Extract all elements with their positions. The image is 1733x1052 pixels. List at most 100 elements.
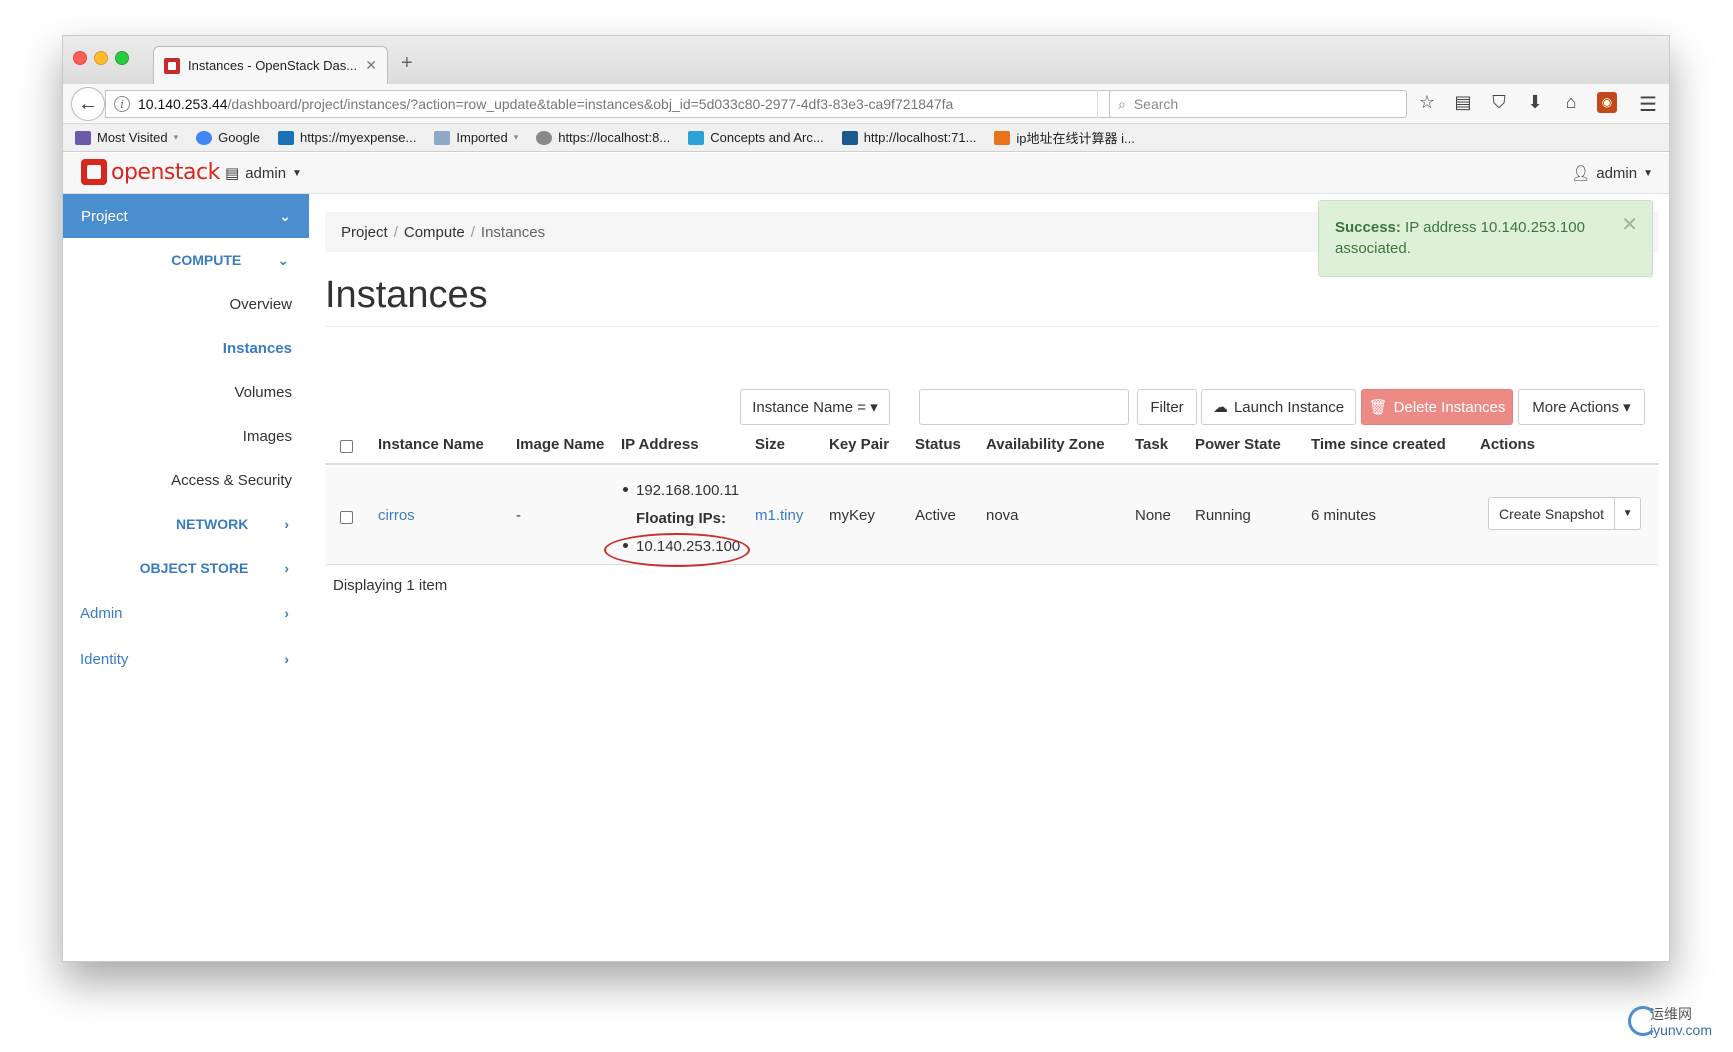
minimize-window-button[interactable]	[94, 51, 108, 65]
availability-zone: nova	[986, 507, 1019, 524]
openstack-favicon-icon	[164, 57, 180, 74]
info-icon[interactable]: i	[114, 96, 130, 112]
search-placeholder: Search	[1133, 96, 1179, 112]
reading-list-icon[interactable]: ▤	[1453, 92, 1473, 113]
divider	[325, 326, 1659, 327]
caret-down-icon[interactable]: ▼	[1615, 497, 1642, 530]
url-path: /dashboard/project/instances/?action=row…	[227, 96, 954, 112]
create-snapshot-button[interactable]: Create Snapshot	[1488, 497, 1616, 530]
chevron-right-icon: ›	[284, 516, 289, 532]
column-availability-zone[interactable]: Availability Zone	[986, 436, 1105, 453]
select-all-checkbox[interactable]	[340, 440, 353, 453]
bookmark-localhost-71[interactable]: http://localhost:71...	[841, 130, 976, 145]
chevron-right-icon: ›	[284, 651, 289, 667]
folder-icon	[434, 130, 451, 145]
breadcrumb-instances: Instances	[480, 223, 546, 241]
breadcrumb-compute[interactable]: Compute	[404, 224, 465, 241]
search-input[interactable]: ⌕ Search	[1109, 90, 1407, 118]
url-host: 10.140.253.44	[138, 96, 228, 112]
sidebar-network[interactable]: NETWORK ›	[63, 502, 309, 546]
extension-icon[interactable]: ◉	[1597, 92, 1617, 113]
sidebar: Project ⌄ COMPUTE ⌄ Overview Instances V…	[63, 194, 309, 961]
filter-field-select[interactable]: Instance Name = ▾	[740, 389, 890, 425]
sidebar-item-volumes[interactable]: Volumes	[63, 370, 309, 414]
column-ip-address[interactable]: IP Address	[621, 436, 699, 453]
launch-instance-button[interactable]: ☁ Launch Instance	[1201, 389, 1356, 425]
sidebar-item-access-security[interactable]: Access & Security	[63, 458, 309, 502]
sidebar-item-instances[interactable]: Instances	[63, 326, 309, 370]
user-menu[interactable]: 👤︎ admin ▼	[1571, 164, 1653, 183]
bookmarks-bar: Most Visited ▾ Google https://myexpense..…	[63, 124, 1669, 152]
highlight-circle	[604, 533, 750, 567]
browser-window: Instances - OpenStack Das... ✕ + ← i 10.…	[62, 35, 1670, 962]
fixed-ip: 192.168.100.11	[636, 482, 740, 499]
filter-input[interactable]	[919, 389, 1129, 425]
browser-tab[interactable]: Instances - OpenStack Das... ✕	[153, 46, 388, 84]
filter-button[interactable]: Filter	[1137, 389, 1197, 425]
alert-strong: Success:	[1335, 219, 1401, 236]
page-title: Instances	[325, 274, 488, 316]
google-icon	[196, 130, 213, 145]
pocket-icon[interactable]: ⛉	[1489, 92, 1509, 113]
sidebar-item-overview[interactable]: Overview	[63, 282, 309, 326]
back-arrow-icon[interactable]: ←	[71, 87, 105, 121]
column-image-name[interactable]: Image Name	[516, 436, 604, 453]
watermark-logo-icon	[1628, 1006, 1658, 1036]
column-power-state[interactable]: Power State	[1195, 436, 1281, 453]
sidebar-object-store[interactable]: OBJECT STORE ›	[63, 546, 309, 590]
column-actions: Actions	[1480, 436, 1536, 453]
status: Active	[915, 507, 956, 524]
sidebar-identity[interactable]: Identity ›	[63, 636, 309, 682]
confluence-icon	[688, 130, 705, 145]
close-icon[interactable]: ✕	[365, 57, 377, 74]
confluence-icon	[841, 130, 858, 145]
bookmark-concepts[interactable]: Concepts and Arc...	[688, 130, 824, 145]
sidebar-project[interactable]: Project ⌄	[63, 194, 309, 238]
menu-icon[interactable]: ☰	[1639, 92, 1657, 117]
sidebar-item-images[interactable]: Images	[63, 414, 309, 458]
instances-table: Instance Name Image Name IP Address Size…	[325, 427, 1659, 594]
home-icon[interactable]: ⌂	[1561, 92, 1581, 113]
column-instance-name[interactable]: Instance Name	[378, 436, 484, 453]
browser-tool-icons: ☆ ▤ ⛉ ⬇ ⌂ ◉	[1417, 92, 1617, 113]
column-key-pair[interactable]: Key Pair	[829, 436, 889, 453]
column-status[interactable]: Status	[915, 436, 961, 453]
sidebar-compute[interactable]: COMPUTE ⌄	[63, 238, 309, 282]
bookmark-google[interactable]: Google	[196, 130, 260, 145]
new-tab-plus-icon[interactable]: +	[401, 52, 413, 75]
server-icon: ▤	[225, 165, 240, 182]
close-window-button[interactable]	[73, 51, 87, 65]
openstack-logo[interactable]: openstack	[81, 159, 220, 185]
user-icon: 👤︎	[1571, 165, 1591, 182]
trash-icon: 🗑︎	[1368, 399, 1388, 416]
column-time-since-created[interactable]: Time since created	[1311, 436, 1446, 453]
column-size[interactable]: Size	[755, 436, 785, 453]
row-checkbox[interactable]	[340, 511, 353, 524]
more-actions-button[interactable]: More Actions ▾	[1518, 389, 1645, 425]
caret-down-icon: ▼	[1643, 167, 1653, 179]
openstack-logo-icon	[81, 159, 107, 185]
caret-down-icon: ▼	[292, 167, 302, 179]
bookmark-imported[interactable]: Imported ▾	[434, 130, 518, 145]
sidebar-admin[interactable]: Admin ›	[63, 590, 309, 636]
row-actions: Create Snapshot ▼	[1488, 497, 1642, 530]
download-icon[interactable]: ⬇	[1525, 92, 1545, 113]
project-picker[interactable]: ▤ admin ▼	[225, 164, 302, 183]
tab-title: Instances - OpenStack Das...	[188, 58, 358, 73]
delete-instances-button[interactable]: 🗑︎ Delete Instances	[1361, 389, 1513, 425]
bookmark-most-visited[interactable]: Most Visited ▾	[75, 130, 178, 145]
url-bar[interactable]: i 10.140.253.44 /dashboard/project/insta…	[105, 90, 1143, 118]
chevron-right-icon: ›	[284, 605, 289, 621]
size-link[interactable]: m1.tiny	[755, 507, 803, 524]
bookmark-star-icon[interactable]: ☆	[1417, 92, 1437, 113]
image-name: -	[516, 507, 521, 524]
instance-name-link[interactable]: cirros	[378, 507, 415, 524]
maximize-window-button[interactable]	[115, 51, 129, 65]
bookmark-myexpense[interactable]: https://myexpense...	[278, 130, 416, 145]
close-icon[interactable]: ✕	[1621, 215, 1638, 236]
column-task[interactable]: Task	[1135, 436, 1168, 453]
bookmark-ip-calculator[interactable]: ip地址在线计算器 i...	[994, 128, 1135, 147]
breadcrumb-project[interactable]: Project	[341, 224, 388, 241]
bookmark-localhost-8[interactable]: https://localhost:8...	[536, 130, 670, 145]
task: None	[1135, 507, 1171, 524]
